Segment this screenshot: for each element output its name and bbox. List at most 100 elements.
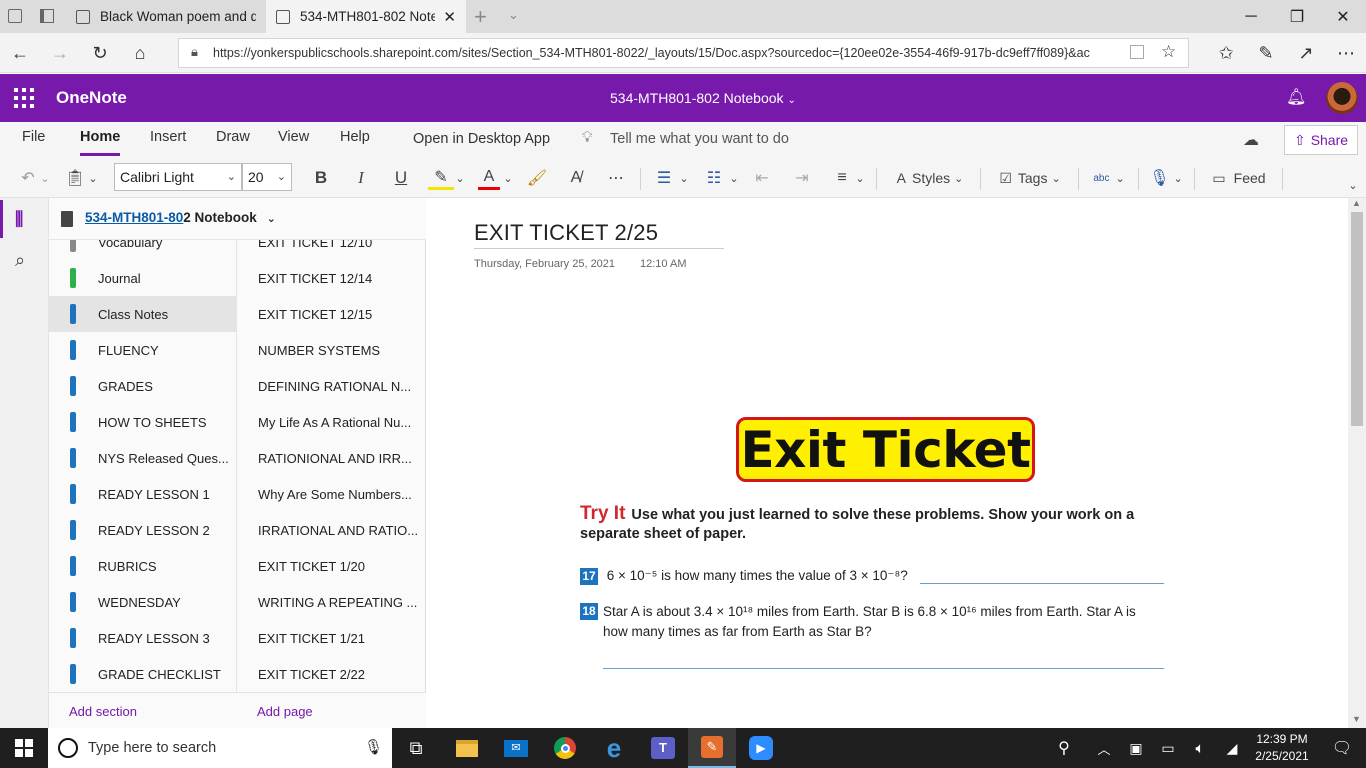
menu-help[interactable]: Help xyxy=(340,122,370,158)
vertical-scrollbar[interactable]: ▲ ▼ xyxy=(1348,198,1366,728)
favorite-star-icon[interactable]: ☆ xyxy=(1161,42,1176,62)
clipboard-dropdown-icon[interactable]: ⌄ xyxy=(86,163,100,193)
zoom-icon[interactable]: ▶ xyxy=(737,728,785,768)
section-item[interactable]: GRADE CHECKLIST xyxy=(49,656,236,692)
section-item[interactable]: Journal xyxy=(49,260,236,296)
underline-button[interactable]: U xyxy=(388,163,414,193)
close-tab-icon[interactable]: ✕ xyxy=(443,8,456,26)
bullets-icon[interactable]: ☰ xyxy=(652,163,676,193)
numbering-icon[interactable]: ☷ xyxy=(702,163,726,193)
section-item[interactable]: READY LESSON 3 xyxy=(49,620,236,656)
home-icon[interactable]: ⌂ xyxy=(124,37,156,69)
undo-dropdown-icon[interactable]: ⌄ xyxy=(38,163,52,193)
more-icon[interactable]: ⋯ xyxy=(1330,37,1362,69)
bold-button[interactable]: B xyxy=(308,163,334,193)
page-item[interactable]: RATIONIONAL AND IRR... xyxy=(237,440,425,476)
search-icon[interactable]: ⌕ xyxy=(15,250,25,271)
italic-button[interactable]: I xyxy=(348,163,374,193)
page-item[interactable]: DEFINING RATIONAL N... xyxy=(237,368,425,404)
page-item[interactable]: EXIT TICKET 12/10 xyxy=(237,240,425,260)
share-icon[interactable]: ↗ xyxy=(1290,37,1322,69)
people-icon[interactable]: ⚲ xyxy=(1044,728,1084,768)
font-color-icon[interactable]: A xyxy=(478,166,500,190)
volume-icon[interactable]: 🔈︎ xyxy=(1184,728,1216,768)
page-item[interactable]: NUMBER SYSTEMS xyxy=(237,332,425,368)
scroll-down-icon[interactable]: ▼ xyxy=(1352,714,1361,724)
bullets-dropdown-icon[interactable]: ⌄ xyxy=(678,163,690,193)
menu-insert[interactable]: Insert xyxy=(150,122,186,158)
numbering-dropdown-icon[interactable]: ⌄ xyxy=(728,163,740,193)
feed-button[interactable]: ▭ Feed xyxy=(1204,163,1274,193)
taskbar-search-box[interactable]: Type here to search 🎙︎ xyxy=(48,728,392,768)
taskbar-clock[interactable]: 12:39 PM 2/25/2021 xyxy=(1252,731,1312,765)
open-in-desktop-button[interactable]: Open in Desktop App xyxy=(413,124,550,160)
section-item[interactable]: READY LESSON 2 xyxy=(49,512,236,548)
decrease-indent-icon[interactable]: ⇤ xyxy=(750,163,774,193)
new-tab-icon[interactable]: + xyxy=(474,4,487,30)
page-item[interactable]: Why Are Some Numbers... xyxy=(237,476,425,512)
menu-draw[interactable]: Draw xyxy=(216,122,250,158)
set-tabs-aside-icon[interactable] xyxy=(40,9,54,23)
page-item[interactable]: EXIT TICKET 1/20 xyxy=(237,548,425,584)
page-item[interactable]: My Life As A Rational Nu... xyxy=(237,404,425,440)
favorites-icon[interactable]: ✩ xyxy=(1210,37,1242,69)
page-item[interactable]: WRITING A REPEATING ... xyxy=(237,584,425,620)
dictate-microphone-icon[interactable]: 🎙︎ ⌄ xyxy=(1146,163,1186,193)
section-item[interactable]: NYS Released Ques... xyxy=(49,440,236,476)
file-explorer-icon[interactable] xyxy=(443,728,491,768)
add-section-button[interactable]: Add section xyxy=(69,704,137,719)
notebook-title-dropdown[interactable]: 534-MTH801-802 Notebook ⌄ xyxy=(610,90,796,106)
onenote-taskbar-icon[interactable]: ✎ xyxy=(688,728,736,768)
font-color-dropdown-icon[interactable]: ⌄ xyxy=(502,163,514,193)
spelling-button[interactable]: abc ⌄ xyxy=(1088,163,1130,193)
notebook-name[interactable]: 534-MTH801-802 Notebook ⌄ xyxy=(85,210,276,225)
font-name-select[interactable]: Calibri Light ⌄ xyxy=(114,163,242,191)
back-icon[interactable]: ← xyxy=(4,37,36,69)
tags-button[interactable]: ☑ Tags ⌄ xyxy=(990,163,1070,193)
microphone-icon[interactable]: 🎙︎ xyxy=(364,738,383,756)
highlight-icon[interactable]: ✎ xyxy=(428,166,454,190)
device-alert-icon[interactable]: ▣ xyxy=(1120,728,1152,768)
section-item[interactable]: Vocabulary xyxy=(49,240,236,260)
share-button[interactable]: ⇧ Share xyxy=(1284,125,1358,155)
restore-icon[interactable]: ❐ xyxy=(1274,0,1320,33)
notifications-bell-icon[interactable]: 🔔︎ xyxy=(1286,87,1306,107)
teams-icon[interactable]: T xyxy=(639,728,687,768)
menu-view[interactable]: View xyxy=(278,122,309,158)
page-item[interactable]: EXIT TICKET 1/21 xyxy=(237,620,425,656)
battery-icon[interactable]: ▭ xyxy=(1152,728,1184,768)
tab-actions-icon[interactable] xyxy=(8,9,22,23)
sync-status-icon[interactable]: ☁︎ xyxy=(1243,130,1259,150)
action-center-icon[interactable]: 🗨︎ xyxy=(1318,728,1366,768)
tell-me-search[interactable]: Tell me what you want to do xyxy=(610,124,789,160)
notebook-link[interactable]: 534-MTH801-80 xyxy=(85,210,183,225)
page-item[interactable]: EXIT TICKET 12/15 xyxy=(237,296,425,332)
reading-view-icon[interactable] xyxy=(1130,45,1144,59)
scroll-up-icon[interactable]: ▲ xyxy=(1352,198,1361,208)
forward-icon[interactable]: → xyxy=(44,37,76,69)
page-canvas[interactable]: EXIT TICKET 2/25 Thursday, February 25, … xyxy=(426,198,1348,728)
styles-button[interactable]: A Styles ⌄ xyxy=(886,163,974,193)
undo-icon[interactable]: ↶ xyxy=(16,163,40,193)
task-view-icon[interactable]: ⧉ xyxy=(392,728,440,768)
tab-onenote-notebook[interactable]: 534-MTH801-802 Notel ✕ xyxy=(266,0,466,33)
tab-black-woman-poem[interactable]: Black Woman poem and qu xyxy=(66,0,266,33)
wifi-icon[interactable]: ◢ xyxy=(1216,728,1248,768)
highlight-dropdown-icon[interactable]: ⌄ xyxy=(454,163,466,193)
start-windows-icon[interactable] xyxy=(0,728,48,768)
section-item[interactable]: FLUENCY xyxy=(49,332,236,368)
notes-pen-icon[interactable]: ✎ xyxy=(1250,37,1282,69)
align-dropdown-icon[interactable]: ⌄ xyxy=(854,163,866,193)
notebook-header[interactable]: 534-MTH801-802 Notebook ⌄ xyxy=(49,198,426,240)
clipboard-icon[interactable]: 📋︎ xyxy=(64,163,86,193)
page-item[interactable]: EXIT TICKET 2/22 xyxy=(237,656,425,692)
increase-indent-icon[interactable]: ⇥ xyxy=(790,163,814,193)
align-icon[interactable]: ≡ xyxy=(830,163,854,193)
edge-icon[interactable]: e xyxy=(590,728,638,768)
tab-list-chevron-icon[interactable]: ⌄ xyxy=(508,7,519,23)
notebooks-library-icon[interactable]: ⫼ xyxy=(15,209,23,230)
refresh-icon[interactable]: ↻ xyxy=(84,37,116,69)
section-item[interactable]: HOW TO SHEETS xyxy=(49,404,236,440)
mail-icon[interactable]: ✉ xyxy=(492,728,540,768)
chrome-icon[interactable] xyxy=(541,728,589,768)
